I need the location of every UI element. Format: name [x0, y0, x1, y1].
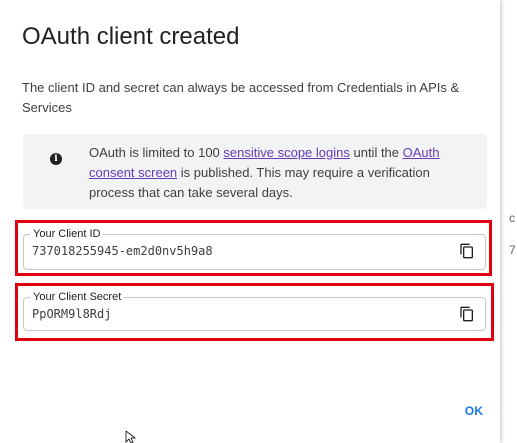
background-text-fragment: 7: [509, 243, 516, 257]
client-secret-highlight-box: [15, 283, 494, 341]
ok-button[interactable]: OK: [455, 399, 493, 423]
background-page-edge: c 7: [500, 0, 517, 443]
sensitive-scope-logins-link[interactable]: sensitive scope logins: [223, 145, 349, 160]
dialog-description: The client ID and secret can always be a…: [22, 80, 460, 115]
oauth-client-created-dialog: OAuth client created The client ID and s…: [0, 0, 500, 443]
info-icon: i: [50, 153, 62, 165]
info-text-part: until the: [349, 145, 403, 160]
client-id-highlight-box: [15, 220, 492, 276]
info-notice-text: OAuth is limited to 100 sensitive scope …: [89, 143, 469, 203]
info-notice: i OAuth is limited to 100 sensitive scop…: [23, 134, 487, 209]
background-text-fragment: c: [509, 211, 515, 225]
mouse-pointer-icon: [125, 431, 137, 443]
info-text-part: OAuth is limited to 100: [89, 145, 224, 160]
dialog-title: OAuth client created: [22, 23, 240, 50]
